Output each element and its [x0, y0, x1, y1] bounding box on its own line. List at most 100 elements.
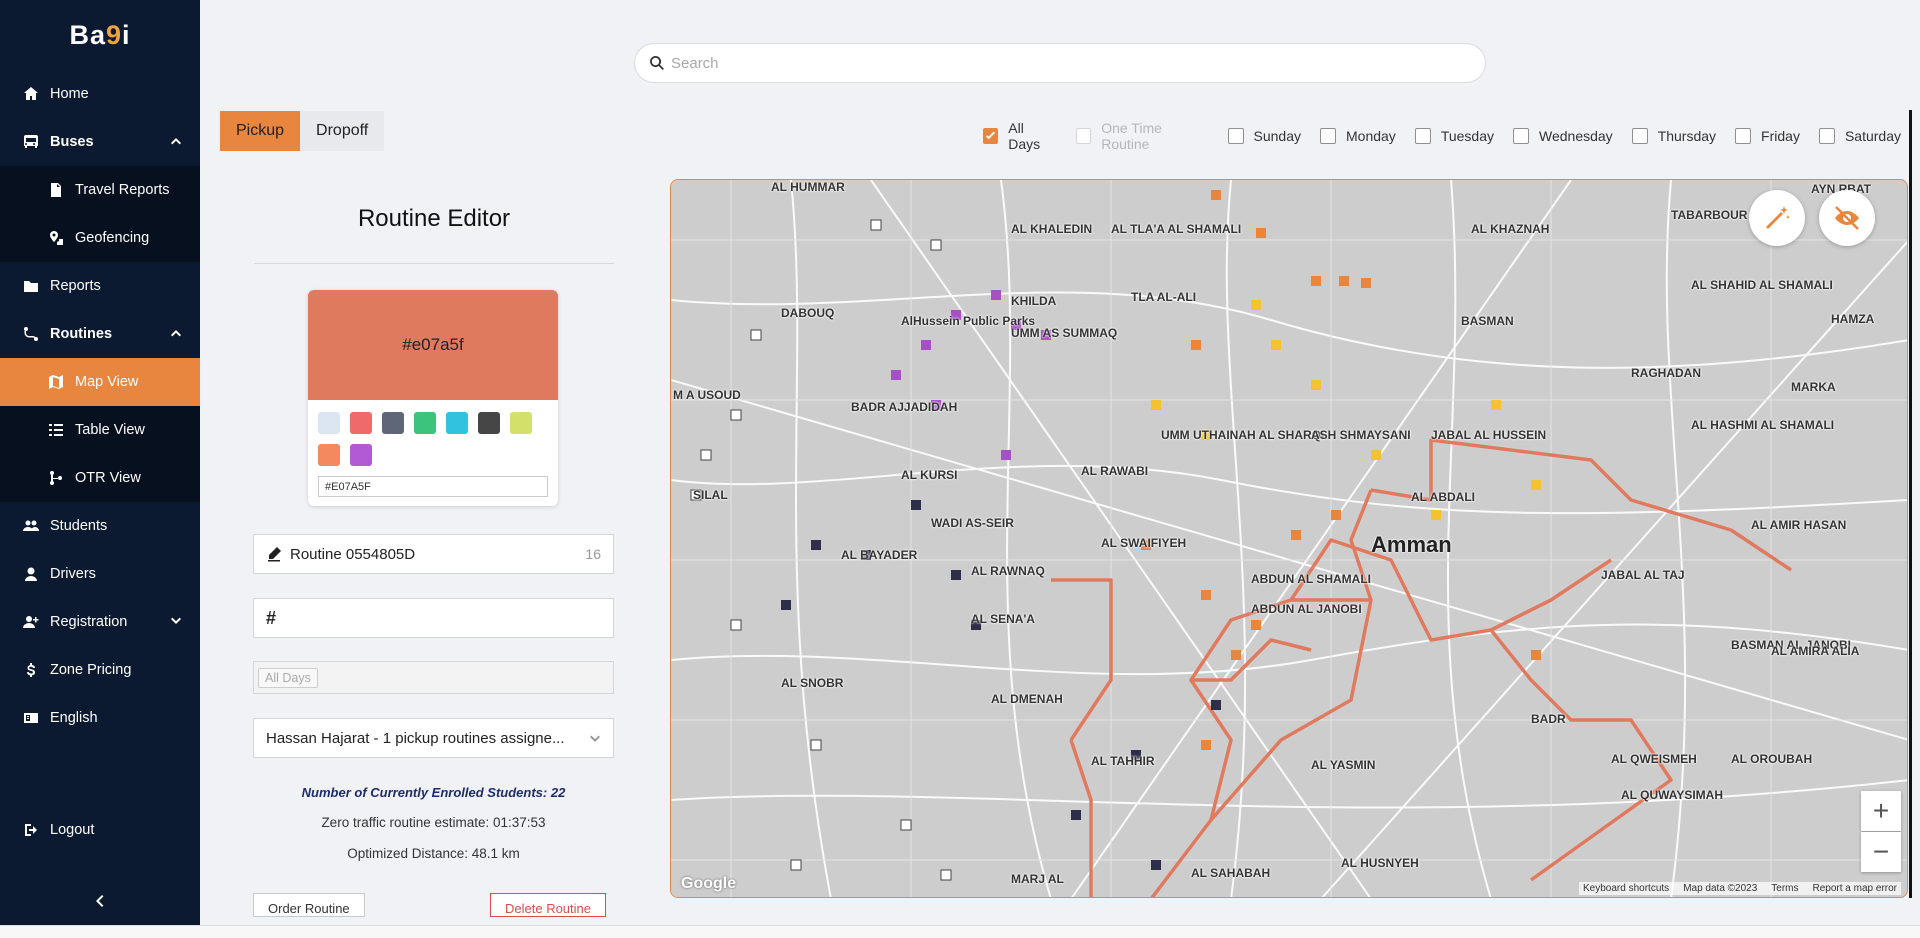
sidebar-item-buses[interactable]: Buses — [0, 118, 200, 166]
logo-text-end: i — [122, 19, 131, 50]
search-bar[interactable] — [634, 43, 1486, 83]
routine-name-field[interactable]: Routine 0554805D 16 — [253, 534, 614, 574]
delete-routine-button[interactable]: Delete Routine — [490, 893, 606, 917]
sidebar-item-label: Reports — [50, 278, 101, 294]
map-place-label: AL RAWABI — [1081, 464, 1149, 478]
list-icon — [47, 421, 65, 439]
logout-button[interactable]: Logout — [0, 806, 200, 854]
color-swatch[interactable] — [478, 412, 500, 434]
optimized-distance: Optimized Distance: 48.1 km — [347, 846, 520, 861]
map-place-label: ABDUN AL JANOBI — [1251, 602, 1362, 616]
sidebar-item-reports[interactable]: Reports — [0, 262, 200, 310]
day-checkbox-wednesday[interactable]: Wednesday — [1513, 128, 1613, 144]
sidebar-item-registration[interactable]: Registration — [0, 598, 200, 646]
tab-dropoff[interactable]: Dropoff — [300, 111, 385, 151]
color-hex-input[interactable]: #E07A5F — [318, 476, 548, 497]
color-swatch[interactable] — [350, 444, 372, 466]
day-checkbox-monday[interactable]: Monday — [1320, 128, 1396, 144]
sidebar-item-label: Drivers — [50, 566, 96, 582]
sidebar-item-geofencing[interactable]: Geofencing — [0, 214, 200, 262]
eye-slash-icon — [1835, 206, 1859, 230]
checkbox-icon — [1735, 128, 1752, 144]
sidebar-item-language[interactable]: English — [0, 694, 200, 742]
color-swatch[interactable] — [414, 412, 436, 434]
map-view[interactable]: AL HUMMAR AL KHALEDIN AL TLA'A AL SHAMALI A… — [670, 179, 1908, 898]
sidebar-item-label: Registration — [50, 614, 128, 630]
scrollbar[interactable] — [1909, 110, 1912, 898]
chevron-down-icon — [589, 732, 601, 744]
sidebar-item-drivers[interactable]: Drivers — [0, 550, 200, 598]
magic-wand-button[interactable] — [1749, 190, 1805, 246]
search-icon — [650, 56, 664, 70]
color-swatch[interactable] — [510, 412, 532, 434]
app-logo[interactable]: Ba 9 i — [0, 0, 200, 70]
day-checkbox-all-days[interactable]: All Days — [983, 120, 1057, 152]
day-checkbox-sunday[interactable]: Sunday — [1227, 128, 1301, 144]
chevron-up-icon — [170, 327, 182, 339]
map-attribution: Keyboard shortcuts Map data ©2023 Terms Rep… — [1579, 882, 1901, 895]
dollar-icon — [22, 661, 40, 679]
sidebar: Ba 9 i Home Buses Travel Reports Geofencin… — [0, 0, 200, 925]
day-label: Monday — [1346, 128, 1396, 144]
map-place-label: AL YASMIN — [1311, 758, 1376, 772]
map-place-label: AL RAWNAQ — [971, 564, 1045, 578]
map-place-label: ASH SHMAYSANI — [1311, 428, 1411, 442]
map-attribution-link[interactable]: Keyboard shortcuts — [1583, 883, 1669, 894]
map-attribution-link[interactable]: Map data ©2023 — [1683, 883, 1757, 894]
color-swatch[interactable] — [446, 412, 468, 434]
map-place-label: UMM UTHAINAH AL SHARQI — [1161, 428, 1325, 442]
map-place-label: AL SHAHID AL SHAMALI — [1691, 278, 1833, 292]
search-input[interactable] — [671, 54, 1466, 72]
map-attribution-link[interactable]: Report a map error — [1813, 883, 1897, 894]
sidebar-item-label: Routines — [50, 326, 113, 342]
taskbar — [0, 925, 1920, 938]
sidebar-item-map-view[interactable]: Map View — [0, 358, 200, 406]
sidebar-item-zone-pricing[interactable]: Zone Pricing — [0, 646, 200, 694]
zoom-in-button[interactable]: + — [1861, 791, 1901, 831]
color-swatch[interactable] — [382, 412, 404, 434]
day-checkbox-thursday[interactable]: Thursday — [1631, 128, 1717, 144]
selected-color-preview[interactable]: #e07a5f — [308, 290, 558, 400]
map-place-label: AL TAHHIR — [1091, 754, 1155, 768]
sidebar-item-otr-view[interactable]: OTR View — [0, 454, 200, 502]
sidebar-item-label: Students — [50, 518, 108, 534]
sidebar-item-table-view[interactable]: Table View — [0, 406, 200, 454]
sidebar-item-home[interactable]: Home — [0, 70, 200, 118]
color-swatches — [308, 400, 558, 476]
map-place-label: BASMAN — [1461, 314, 1514, 328]
day-checkbox-one-time-routine: One Time Routine — [1075, 120, 1209, 152]
sidebar-item-students[interactable]: Students — [0, 502, 200, 550]
color-swatch[interactable] — [350, 412, 372, 434]
routine-number-field[interactable]: # — [253, 598, 614, 638]
day-checkbox-saturday[interactable]: Saturday — [1818, 128, 1901, 144]
map-place-label: AL BAYADER — [841, 548, 918, 562]
day-label: Thursday — [1657, 128, 1717, 144]
hash-prefix: # — [266, 607, 277, 628]
driver-select[interactable]: Hassan Hajarat - 1 pickup routines assig… — [253, 718, 614, 758]
zoom-out-button[interactable]: − — [1861, 832, 1901, 872]
checkbox-icon — [1513, 128, 1529, 144]
day-checkbox-friday[interactable]: Friday — [1735, 128, 1800, 144]
map-place-label: AL SWAIFIYEH — [1101, 536, 1187, 550]
map-place-label: AL SNOBR — [781, 676, 844, 690]
tab-pickup[interactable]: Pickup — [220, 111, 301, 151]
map-attribution-link[interactable]: Terms — [1771, 883, 1798, 894]
order-routine-button[interactable]: Order Routine — [253, 893, 365, 917]
day-label: One Time Routine — [1101, 120, 1162, 152]
sidebar-collapse-button[interactable] — [0, 877, 200, 925]
map-place-label: ABDUN AL SHAMALI — [1251, 572, 1371, 586]
file-icon — [47, 181, 65, 199]
route-icon — [22, 325, 40, 343]
sidebar-item-travel-reports[interactable]: Travel Reports — [0, 166, 200, 214]
color-swatch[interactable] — [318, 444, 340, 466]
day-checkbox-tuesday[interactable]: Tuesday — [1414, 128, 1494, 144]
day-label: Friday — [1761, 128, 1800, 144]
color-swatch[interactable] — [318, 412, 340, 434]
hide-markers-button[interactable] — [1819, 190, 1875, 246]
map-place-label: AL ABDALI — [1411, 490, 1475, 504]
logout-icon — [22, 821, 40, 839]
sidebar-item-label: Home — [50, 86, 89, 102]
sidebar-item-routines[interactable]: Routines — [0, 310, 200, 358]
user-plus-icon — [22, 613, 40, 631]
map-place-label: TLA AL-ALI — [1131, 290, 1197, 304]
